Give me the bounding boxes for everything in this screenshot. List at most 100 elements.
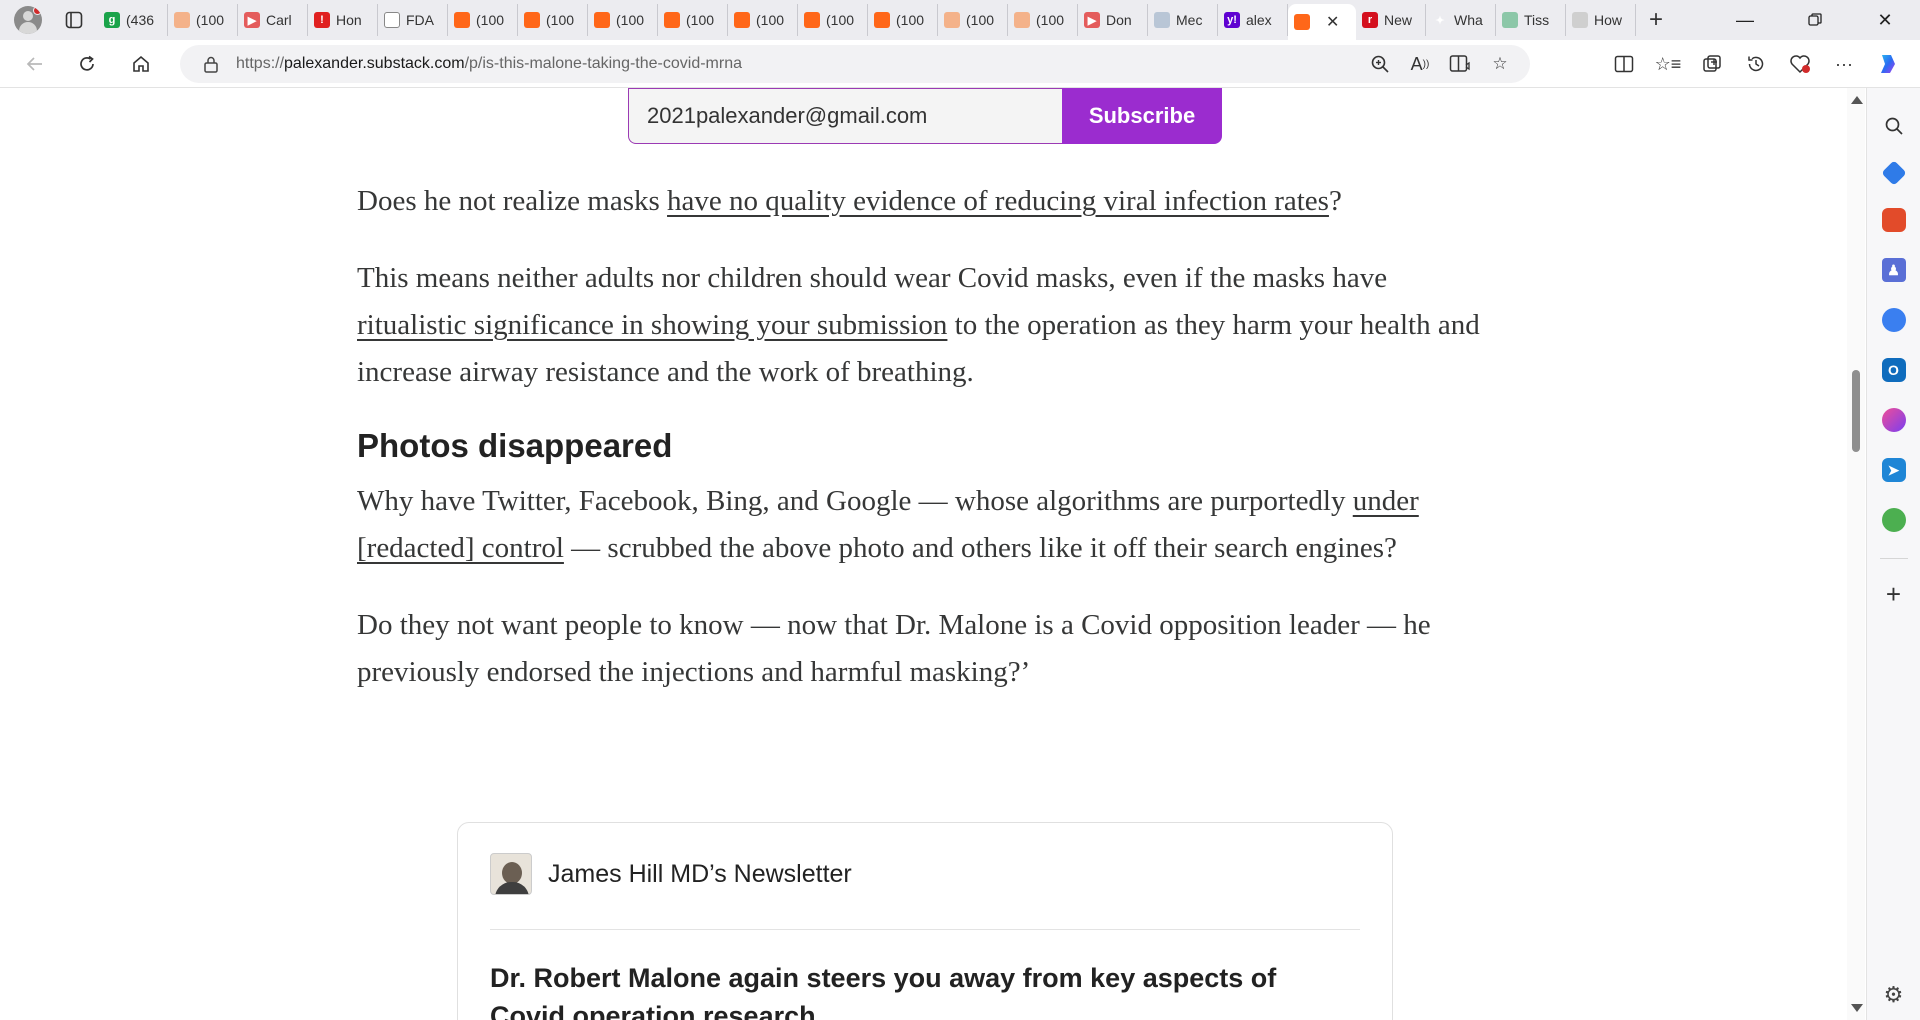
refresh-icon[interactable] xyxy=(67,44,107,84)
tab-title: (100 xyxy=(826,12,855,28)
tab-favicon-icon xyxy=(1014,12,1030,28)
browser-tab[interactable]: (100 xyxy=(168,4,238,36)
subscribe-button[interactable]: Subscribe xyxy=(1062,88,1222,144)
browser-tab[interactable]: Mec xyxy=(1148,4,1218,36)
tab-title: Don xyxy=(1106,12,1132,28)
lock-icon[interactable] xyxy=(202,55,220,73)
page-scrollbar[interactable] xyxy=(1847,88,1865,1020)
tree-icon[interactable] xyxy=(1881,508,1906,532)
publication-name[interactable]: James Hill MD’s Newsletter xyxy=(548,860,852,889)
browser-tab[interactable]: (100 xyxy=(588,4,658,36)
tab-title: Wha xyxy=(1454,12,1483,28)
read-aloud-icon[interactable]: A)) xyxy=(1400,54,1440,75)
telegram-send-icon[interactable]: ➤ xyxy=(1881,458,1906,482)
tab-favicon-icon xyxy=(1294,14,1310,30)
tab-title: (100 xyxy=(966,12,995,28)
browser-tab[interactable]: y! alex xyxy=(1218,4,1288,36)
new-tab-button[interactable]: + xyxy=(1640,4,1672,36)
browser-tab[interactable]: (100 xyxy=(938,4,1008,36)
collections-icon[interactable] xyxy=(1690,44,1734,84)
url-text[interactable]: https://palexander.substack.com/p/is-thi… xyxy=(236,55,742,73)
article-body: Does he not realize masks have no qualit… xyxy=(357,178,1497,726)
browser-tab[interactable]: ▶ Don xyxy=(1078,4,1148,36)
browser-tab[interactable]: (100 xyxy=(728,4,798,36)
tab-favicon-icon: y! xyxy=(1224,12,1240,28)
embedded-post-card[interactable]: James Hill MD’s Newsletter Dr. Robert Ma… xyxy=(457,822,1393,1020)
more-options-icon[interactable]: ··· xyxy=(1822,44,1866,84)
browser-tab[interactable]: ✦ Wha xyxy=(1426,4,1496,36)
tools-briefcase-icon[interactable] xyxy=(1881,208,1906,232)
browser-tab[interactable]: (100 xyxy=(448,4,518,36)
browser-tab[interactable]: r New xyxy=(1356,4,1426,36)
tab-title: (100 xyxy=(616,12,645,28)
tab-actions-icon[interactable] xyxy=(62,8,86,32)
add-sidebar-app-icon[interactable]: + xyxy=(1886,579,1901,610)
search-icon[interactable] xyxy=(1882,114,1906,138)
microsoft-365-icon[interactable] xyxy=(1881,308,1906,332)
close-window-icon[interactable]: ✕ xyxy=(1850,0,1920,40)
tab-favicon-icon xyxy=(1572,12,1588,28)
divider xyxy=(490,929,1360,930)
tab-active[interactable]: ✕ xyxy=(1288,4,1356,40)
tab-title: (100 xyxy=(756,12,785,28)
scroll-up-arrow-icon[interactable] xyxy=(1851,96,1863,104)
tab-title: (100 xyxy=(896,12,925,28)
browser-tab[interactable]: ▶ Carl xyxy=(238,4,308,36)
back-arrow-icon[interactable] xyxy=(15,44,55,84)
browser-tab[interactable]: How xyxy=(1566,4,1636,36)
designer-icon[interactable] xyxy=(1881,408,1906,432)
publication-avatar[interactable] xyxy=(490,853,532,895)
browser-tab[interactable]: (100 xyxy=(518,4,588,36)
browser-tab[interactable]: (100 xyxy=(658,4,728,36)
tab-favicon-icon xyxy=(944,12,960,28)
embedded-post-title[interactable]: Dr. Robert Malone again steers you away … xyxy=(490,959,1350,1020)
history-icon[interactable] xyxy=(1734,44,1778,84)
scroll-down-arrow-icon[interactable] xyxy=(1851,1004,1863,1012)
close-tab-icon[interactable]: ✕ xyxy=(1326,12,1339,32)
tab-title: New xyxy=(1384,12,1413,28)
tab-title: How xyxy=(1594,12,1623,28)
minimize-icon[interactable]: — xyxy=(1710,0,1780,40)
browser-tab[interactable]: Tiss xyxy=(1496,4,1566,36)
browser-tab[interactable]: ! Hon xyxy=(308,4,378,36)
shopping-tag-icon[interactable] xyxy=(1880,160,1907,186)
tab-favicon-icon xyxy=(594,12,610,28)
split-screen-icon[interactable] xyxy=(1602,44,1646,84)
games-icon[interactable]: ♟ xyxy=(1881,258,1906,282)
browser-tab[interactable]: FDA xyxy=(378,4,448,36)
favorites-icon[interactable]: ☆≡ xyxy=(1646,44,1690,84)
copilot-icon[interactable] xyxy=(1866,44,1910,84)
tab-favicon-icon xyxy=(734,12,750,28)
paragraph: This means neither adults nor children s… xyxy=(357,262,1480,388)
tab-title: FDA xyxy=(406,12,434,28)
tab-favicon-icon: ▶ xyxy=(1084,12,1100,28)
sidebar-divider xyxy=(1879,558,1908,559)
outlook-icon[interactable]: O xyxy=(1881,358,1906,382)
browser-essentials-icon[interactable] xyxy=(1778,44,1822,84)
browser-tab[interactable]: (100 xyxy=(868,4,938,36)
tab-favicon-icon: ! xyxy=(314,12,330,28)
home-icon[interactable] xyxy=(121,44,161,84)
tab-favicon-icon xyxy=(664,12,680,28)
immersive-reader-icon[interactable] xyxy=(1440,54,1480,74)
zoom-icon[interactable] xyxy=(1360,54,1400,74)
article-link[interactable]: have no quality evidence of reducing vir… xyxy=(667,185,1329,217)
restore-icon[interactable] xyxy=(1780,0,1850,40)
tab-title: (100 xyxy=(1036,12,1065,28)
page-content: 2021palexander@gmail.com Subscribe Does … xyxy=(0,88,1847,1020)
scrollbar-thumb[interactable] xyxy=(1852,370,1860,452)
section-heading: Photos disappeared xyxy=(357,427,673,464)
address-bar[interactable]: https://palexander.substack.com/p/is-thi… xyxy=(180,45,1530,83)
edge-sidebar: ♟ O ➤ + ⚙ xyxy=(1866,88,1920,1020)
browser-tab[interactable]: (100 xyxy=(1008,4,1078,36)
tab-title: (436 xyxy=(126,12,155,28)
article-link[interactable]: ritualistic significance in showing your… xyxy=(357,309,947,341)
browser-tab[interactable]: (100 xyxy=(798,4,868,36)
sidebar-settings-gear-icon[interactable]: ⚙ xyxy=(1884,982,1904,1008)
tab-strip: g (436 (100 ▶ Carl! Hon FDA (100 (100 (100 (100 (10… xyxy=(0,0,1920,40)
profile-avatar-icon[interactable] xyxy=(14,6,42,34)
email-input[interactable]: 2021palexander@gmail.com xyxy=(628,88,1062,144)
favorite-star-icon[interactable]: ☆ xyxy=(1480,54,1520,74)
tab-title: alex xyxy=(1246,12,1272,28)
browser-tab[interactable]: g (436 xyxy=(98,4,168,36)
